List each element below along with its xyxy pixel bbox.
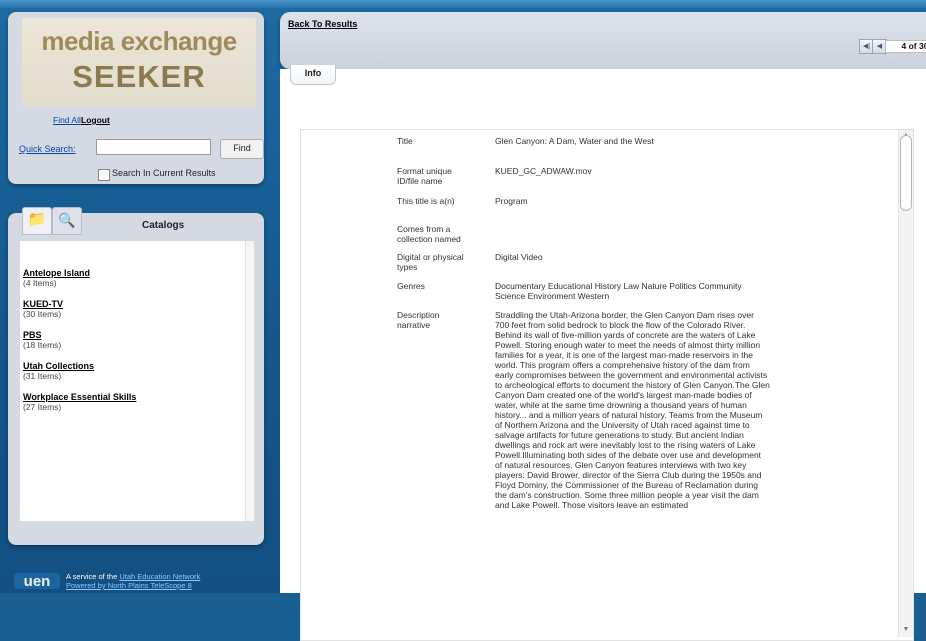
description-label: Description narrative: [397, 310, 440, 330]
catalog-item[interactable]: Antelope Island (4 Items): [23, 268, 247, 288]
catalog-count: (27 Items): [23, 402, 62, 412]
catalog-name[interactable]: PBS: [23, 330, 247, 340]
search-in-results-label: Search In Current Results: [112, 168, 216, 178]
catalogs-panel: 📁 🔍 Catalogs Antelope Island (4 Items) K…: [8, 207, 264, 545]
catalog-item[interactable]: PBS (18 Items): [23, 330, 247, 350]
catalogs-title: Catalogs: [142, 220, 185, 231]
title-is-value: Program: [495, 196, 528, 206]
genres-value: Documentary Educational History Law Natu…: [495, 281, 742, 301]
catalog-name[interactable]: Utah Collections: [23, 361, 247, 371]
description-value: Straddling the Utah-Arizona border, the …: [495, 310, 770, 510]
uen-logo: uen: [14, 573, 60, 589]
catalog-scrollbar[interactable]: [245, 241, 254, 521]
find-all-link[interactable]: Find All: [53, 115, 81, 125]
types-value: Digital Video: [495, 252, 543, 262]
search-tab-icon[interactable]: 🔍: [52, 207, 82, 235]
catalog-count: (18 Items): [23, 340, 62, 350]
collection-label: Comes from a collection named: [397, 224, 461, 244]
catalog-count: (30 Items): [23, 309, 62, 319]
footer-credits: A service of the Utah Education Network …: [66, 572, 200, 590]
folder-tab-icon[interactable]: 📁: [22, 207, 52, 235]
detail-scrollbar[interactable]: ▲ ▼: [898, 130, 913, 637]
back-to-results-link[interactable]: Back To Results: [288, 19, 357, 29]
title-label: Title: [397, 136, 413, 146]
logout-link[interactable]: Logout: [81, 115, 110, 125]
catalog-item[interactable]: Workplace Essential Skills (27 Items): [23, 392, 247, 412]
content-area: Info Title Glen Canyon: A Dam, Water and…: [280, 65, 926, 641]
catalog-list: Antelope Island (4 Items) KUED-TV (30 It…: [20, 241, 247, 521]
telescope-link[interactable]: Powered by North Plains TeleScope 8: [66, 581, 192, 590]
pager-count: 4 of 30: [885, 40, 926, 53]
catalog-name[interactable]: Workplace Essential Skills: [23, 392, 247, 402]
tab-info[interactable]: Info: [290, 65, 336, 85]
catalog-item[interactable]: KUED-TV (30 Items): [23, 299, 247, 319]
format-value: KUED_GC_ADWAW.mov: [495, 166, 592, 176]
title-value: Glen Canyon: A Dam, Water and the West: [495, 136, 654, 146]
search-in-results-checkbox[interactable]: [98, 169, 110, 181]
find-button[interactable]: Find: [220, 139, 264, 159]
catalog-name[interactable]: Antelope Island: [23, 268, 247, 278]
types-label: Digital or physical types: [397, 252, 464, 272]
format-label: Format unique ID/file name: [397, 166, 452, 186]
scroll-thumb[interactable]: [900, 135, 912, 211]
record-detail: Title Glen Canyon: A Dam, Water and the …: [300, 129, 914, 641]
uen-link[interactable]: Utah Education Network: [119, 572, 200, 581]
search-panel: media exchange SEEKER Find All Logout Qu…: [8, 12, 264, 184]
catalog-count: (4 Items): [23, 278, 57, 288]
quick-search-input[interactable]: [96, 139, 211, 155]
results-header: Back To Results ◀| ◀ 4 of 30 ▶ |▶: [280, 12, 926, 69]
service-prefix: A service of the: [66, 572, 118, 581]
catalog-count: (31 Items): [23, 371, 62, 381]
logo-line1: media exchange: [41, 26, 237, 56]
logo-line2: SEEKER: [72, 59, 206, 94]
title-is-label: This title is a(n): [397, 196, 455, 206]
media-exchange-logo: media exchange SEEKER: [22, 18, 256, 106]
catalog-item[interactable]: Utah Collections (31 Items): [23, 361, 247, 381]
genres-label: Genres: [397, 281, 425, 291]
scroll-down-icon[interactable]: ▼: [899, 624, 913, 635]
quick-search-label[interactable]: Quick Search:: [19, 144, 76, 154]
catalog-name[interactable]: KUED-TV: [23, 299, 247, 309]
svg-text:uen: uen: [24, 573, 51, 589]
